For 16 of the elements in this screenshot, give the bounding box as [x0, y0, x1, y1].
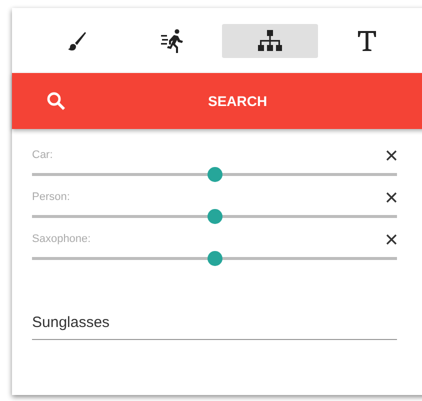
slider-thumb[interactable]	[207, 209, 222, 224]
text-format-icon	[356, 29, 378, 53]
filter-label: Person:	[32, 191, 70, 203]
filter-label: Saxophone:	[32, 233, 91, 245]
search-label: SEARCH	[208, 93, 268, 109]
running-person-icon	[160, 28, 186, 54]
close-icon[interactable]	[386, 234, 397, 244]
tab[interactable]	[222, 24, 318, 58]
hierarchy-icon	[257, 29, 283, 53]
filter-label: Car:	[32, 149, 53, 161]
slider-thumb[interactable]	[207, 167, 222, 182]
search-bar[interactable]: SEARCH	[12, 73, 422, 129]
close-icon[interactable]	[386, 150, 397, 160]
search-icon	[46, 91, 66, 111]
slider-thumb[interactable]	[207, 251, 222, 266]
close-icon[interactable]	[386, 192, 397, 202]
